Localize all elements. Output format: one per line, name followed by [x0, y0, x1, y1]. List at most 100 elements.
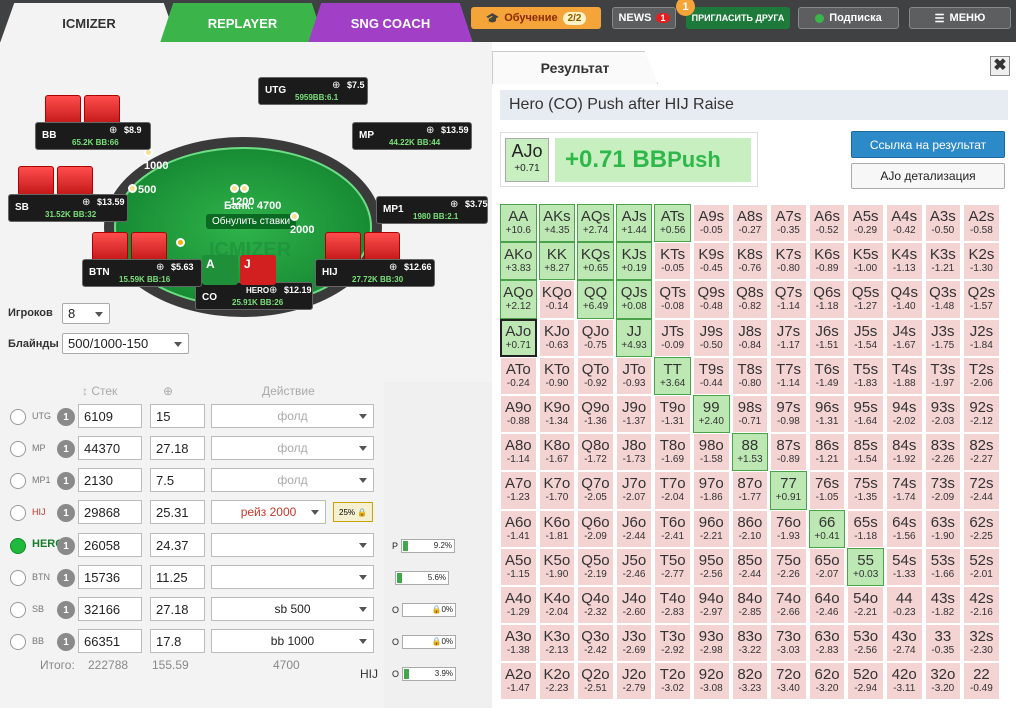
stack-input[interactable]: 66351: [78, 629, 142, 653]
hand-cell[interactable]: T6s -1.49: [808, 356, 846, 395]
player-radio[interactable]: [10, 505, 26, 521]
hand-cell[interactable]: Q2o -2.51: [577, 662, 614, 701]
hand-cell[interactable]: 96s -1.31: [808, 394, 846, 434]
hand-cell[interactable]: 64s -1.56: [885, 509, 923, 548]
player-radio[interactable]: [10, 473, 26, 489]
hand-cell[interactable]: T7s -1.14: [770, 356, 807, 395]
stack-input[interactable]: 29868: [78, 500, 142, 524]
player-radio[interactable]: [10, 634, 26, 650]
action-select[interactable]: bb 1000: [211, 629, 374, 653]
hand-cell[interactable]: J8s -0.84: [731, 318, 769, 357]
hand-cell[interactable]: KJs +0.19: [615, 242, 653, 281]
hand-cell[interactable]: 95s -1.64: [847, 394, 884, 434]
hand-cell[interactable]: KTs -0.05: [654, 242, 691, 281]
hand-cell[interactable]: 52s -2.01: [963, 547, 1000, 586]
hand-cell[interactable]: 53o -2.56: [847, 624, 884, 663]
hand-cell[interactable]: 92o -3.08: [692, 662, 730, 701]
hand-cell[interactable]: Q4o -2.32: [577, 585, 614, 625]
blinds-select[interactable]: 500/1000-150: [62, 333, 189, 354]
hand-cell[interactable]: K3s -1.21: [924, 242, 962, 281]
hand-cell[interactable]: A6o -1.41: [500, 509, 537, 548]
hand-cell[interactable]: Q7o -2.05: [577, 471, 614, 510]
hand-cell[interactable]: 22 -0.49: [963, 662, 1000, 701]
bb-input[interactable]: 25.31: [150, 500, 205, 524]
player-radio[interactable]: [10, 441, 26, 457]
hand-cell[interactable]: A9s -0.05: [692, 204, 730, 243]
hand-cell[interactable]: JTs -0.09: [654, 318, 691, 357]
action-select[interactable]: [211, 533, 374, 557]
hand-cell[interactable]: A9o -0.88: [500, 394, 537, 434]
hand-cell[interactable]: K2s -1.30: [963, 242, 1000, 281]
hand-cell[interactable]: 75s -1.35: [847, 471, 884, 510]
hand-cell[interactable]: 44 -0.23: [885, 585, 923, 625]
action-select[interactable]: фолд: [211, 468, 374, 492]
stack-input[interactable]: 26058: [78, 533, 142, 557]
hand-cell[interactable]: Q2s -1.57: [963, 280, 1000, 319]
bb-input[interactable]: 24.37: [150, 533, 205, 557]
hand-cell[interactable]: A4o -1.29: [500, 585, 537, 625]
hand-cell[interactable]: J2o -2.79: [615, 662, 653, 701]
hand-cell[interactable]: A5o -1.15: [500, 547, 537, 586]
hand-cell[interactable]: QJo -0.75: [577, 318, 614, 357]
hand-cell[interactable]: A7s -0.35: [770, 204, 807, 243]
hand-cell[interactable]: TT +3.64: [654, 356, 691, 395]
bb-input[interactable]: 27.18: [150, 597, 205, 621]
action-select[interactable]: [211, 565, 374, 589]
hand-cell[interactable]: KK +8.27: [538, 242, 576, 281]
hand-cell[interactable]: 84o -2.85: [731, 585, 769, 625]
hand-cell[interactable]: 52o -2.94: [847, 662, 884, 701]
hand-cell[interactable]: K6o -1.81: [538, 509, 576, 548]
player-radio[interactable]: [10, 570, 26, 586]
reset-bets-button[interactable]: Обнулить ставки: [206, 214, 297, 229]
hand-cell[interactable]: 93o -2.98: [692, 624, 730, 663]
hand-cell[interactable]: T4o -2.83: [654, 585, 691, 625]
hand-cell[interactable]: J7s -1.17: [770, 318, 807, 357]
hand-cell[interactable]: 97o -1.86: [692, 471, 730, 510]
learning-button[interactable]: 🎓 Обучение 2/2: [471, 7, 601, 29]
action-select[interactable]: sb 500: [211, 597, 374, 621]
tab-sng-coach[interactable]: SNG COACH: [308, 3, 473, 43]
hand-cell[interactable]: K4o -2.04: [538, 585, 576, 625]
hand-cell[interactable]: K7s -0.80: [770, 242, 807, 281]
hand-cell[interactable]: 85o -2.44: [731, 547, 769, 586]
invite-friend-button[interactable]: ПРИГЛАСИТЬ ДРУГА: [686, 7, 790, 29]
hand-cell[interactable]: 73s -2.09: [924, 471, 962, 510]
hand-cell[interactable]: 92s -2.12: [963, 394, 1000, 434]
hand-cell[interactable]: A8o -1.14: [500, 433, 537, 472]
hand-cell[interactable]: K2o -2.23: [538, 662, 576, 701]
hand-cell[interactable]: 33 -0.35: [924, 624, 962, 663]
hand-cell[interactable]: 62o -3.20: [808, 662, 846, 701]
hand-cell[interactable]: J7o -2.07: [615, 471, 653, 510]
hand-cell[interactable]: 98o -1.58: [692, 433, 730, 472]
hand-cell[interactable]: 42o -3.11: [885, 662, 923, 701]
stack-input[interactable]: 2130: [78, 468, 142, 492]
hand-cell[interactable]: JJ +4.93: [615, 318, 653, 357]
hand-cell[interactable]: 54s -1.33: [885, 547, 923, 586]
stack-input[interactable]: 44370: [78, 436, 142, 460]
hand-cell[interactable]: 84s -1.92: [885, 433, 923, 472]
stack-input[interactable]: 32166: [78, 597, 142, 621]
hand-cell[interactable]: QJs +0.08: [615, 280, 653, 319]
hand-cell[interactable]: 93s -2.03: [924, 394, 962, 434]
hand-cell[interactable]: T5s -1.83: [847, 356, 884, 395]
hand-cell[interactable]: J4s -1.67: [885, 318, 923, 357]
hand-cell[interactable]: 63o -2.83: [808, 624, 846, 663]
player-radio[interactable]: [10, 538, 26, 554]
hand-cell[interactable]: AKs +4.35: [538, 204, 576, 243]
hand-cell[interactable]: T9o -1.31: [654, 394, 691, 434]
hand-cell[interactable]: Q6s -1.18: [808, 280, 846, 319]
hand-cell[interactable]: K7o -1.70: [538, 471, 576, 510]
hand-cell[interactable]: J8o -1.73: [615, 433, 653, 472]
hand-cell[interactable]: T6o -2.41: [654, 509, 691, 548]
hand-cell[interactable]: T9s -0.44: [692, 356, 730, 395]
hand-cell[interactable]: 43o -2.74: [885, 624, 923, 663]
hand-cell[interactable]: A2o -1.47: [500, 662, 537, 701]
hand-cell[interactable]: 88 +1.53: [731, 433, 769, 472]
hand-cell[interactable]: 53s -1.66: [924, 547, 962, 586]
hand-cell[interactable]: Q5s -1.27: [847, 280, 884, 319]
hand-cell[interactable]: 55 +0.03: [847, 547, 884, 586]
hand-cell[interactable]: 94s -2.02: [885, 394, 923, 434]
subscription-button[interactable]: Подписка: [798, 7, 899, 29]
hand-cell[interactable]: 72o -3.40: [770, 662, 807, 701]
action-select[interactable]: фолд: [211, 404, 374, 428]
